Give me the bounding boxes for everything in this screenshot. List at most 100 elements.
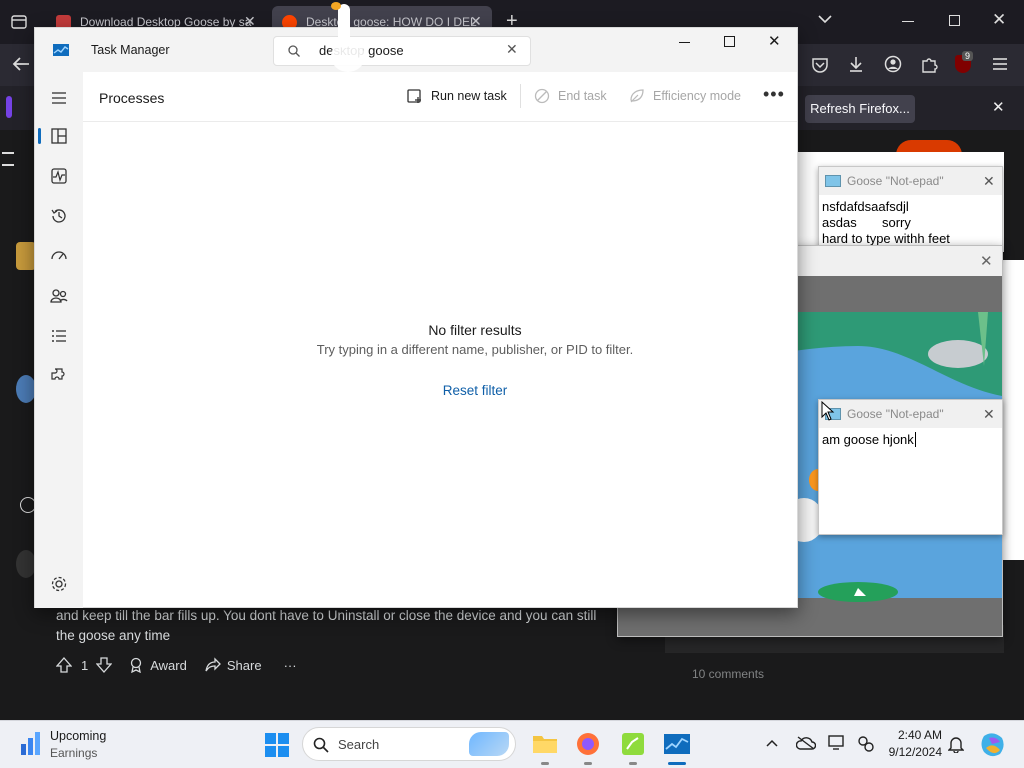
- search-icon: [313, 737, 329, 753]
- firefox-icon[interactable]: [576, 732, 600, 756]
- show-hidden-icons-chevron-icon[interactable]: [766, 739, 778, 747]
- widgets-chart-icon[interactable]: [20, 732, 42, 756]
- sidebar-item-performance[interactable]: [49, 166, 69, 186]
- notepad-close-icon[interactable]: ✕: [983, 167, 995, 195]
- share-icon[interactable]: [205, 657, 221, 673]
- account-icon[interactable]: [884, 55, 902, 73]
- avatar: [16, 242, 36, 270]
- efficiency-mode-label: Efficiency mode: [653, 89, 742, 103]
- comment-actions: 1 Award Share ···: [56, 654, 297, 676]
- clock-date[interactable]: 9/12/2024: [880, 745, 942, 759]
- avatar: [16, 375, 36, 403]
- taskbar-active-indicator: [668, 762, 686, 765]
- notification-bell-icon[interactable]: [948, 735, 964, 753]
- sidebar-item-details[interactable]: [49, 326, 69, 346]
- sidebar-item-startup-apps[interactable]: [49, 246, 69, 266]
- notepad-app-icon: [825, 175, 841, 187]
- task-manager-title: Task Manager: [91, 43, 170, 57]
- close-browser-button[interactable]: ✕: [992, 10, 1006, 30]
- sticky-notes-app-icon[interactable]: [622, 733, 644, 755]
- app-menu-icon[interactable]: [992, 57, 1008, 71]
- reddit-menu-icon[interactable]: [2, 152, 14, 166]
- notepad-text-area[interactable]: nsfdafdsaafsdjl asdas sorry hard to type…: [822, 199, 950, 247]
- notepad-close-icon[interactable]: ✕: [983, 400, 995, 428]
- empty-title: No filter results: [428, 322, 522, 338]
- page-title: Processes: [99, 90, 165, 106]
- more-options-button[interactable]: ···: [284, 658, 297, 673]
- notepad-line: nsfdafdsaafsdjl: [822, 199, 909, 214]
- restore-browser-button[interactable]: [949, 15, 960, 26]
- start-button-windows-icon[interactable]: [265, 733, 289, 757]
- empty-state: No filter results Try typing in a differ…: [83, 322, 797, 398]
- search-icon: [288, 45, 300, 57]
- upvote-arrow-icon[interactable]: [56, 657, 72, 673]
- comment-line: and keep till the bar fills up. You dont…: [56, 608, 597, 623]
- end-task-icon: [534, 88, 550, 104]
- end-task-button[interactable]: End task: [534, 88, 607, 104]
- taskbar-indicator: [541, 762, 549, 765]
- sidebar-item-app-history[interactable]: [49, 206, 69, 226]
- comment-text: and keep till the bar fills up. You dont…: [56, 606, 626, 646]
- minimize-button[interactable]: [679, 42, 690, 43]
- notepad-title: Goose "Not-epad": [847, 407, 944, 421]
- display-settings-icon[interactable]: [828, 735, 846, 751]
- search-box[interactable]: desktop goose ✕: [273, 36, 531, 66]
- settings-gear-icon[interactable]: [49, 574, 69, 594]
- processes-header: Processes Run new task End task Efficien…: [83, 72, 797, 122]
- tab-list-icon[interactable]: [10, 13, 28, 31]
- copilot-icon[interactable]: [980, 732, 1006, 758]
- clear-search-icon[interactable]: ✕: [506, 41, 518, 58]
- close-button[interactable]: ✕: [768, 32, 781, 50]
- search-highlight-dolphin-icon: [469, 732, 509, 756]
- task-manager-sidebar: [35, 72, 83, 608]
- clock-time[interactable]: 2:40 AM: [896, 728, 942, 742]
- vote-count: 1: [81, 657, 89, 673]
- minimize-browser-button[interactable]: [902, 21, 914, 22]
- goose-notepad-window: Goose "Not-epad" ✕ nsfdafdsaafsdjl asdas…: [818, 166, 1003, 256]
- info-icon: [6, 96, 12, 118]
- sidebar-item-users[interactable]: [49, 286, 69, 306]
- sidebar-item-services[interactable]: [49, 366, 69, 386]
- comments-count[interactable]: 10 comments: [692, 667, 764, 681]
- onedrive-cloud-icon[interactable]: [796, 736, 816, 750]
- desktop-goose-icon[interactable]: [326, 0, 370, 74]
- hamburger-menu-icon[interactable]: [49, 88, 69, 108]
- efficiency-mode-button[interactable]: Efficiency mode: [629, 88, 741, 104]
- taskbar-search-box[interactable]: Search: [302, 727, 516, 761]
- notepad-title-bar: Goose "Not-epad" ✕: [819, 167, 1002, 195]
- task-manager-window: Task Manager desktop goose ✕ ✕ Processes…: [34, 27, 798, 608]
- end-task-label: End task: [558, 89, 607, 103]
- maximize-button[interactable]: [724, 36, 735, 47]
- widget-subtitle: Earnings: [50, 746, 98, 760]
- text-cursor: [914, 432, 916, 447]
- file-explorer-folder-icon[interactable]: [532, 732, 558, 754]
- run-new-task-label: Run new task: [431, 89, 507, 103]
- share-button[interactable]: Share: [227, 658, 262, 673]
- notepad-title: Goose "Not-epad": [847, 174, 944, 188]
- run-task-icon: [407, 88, 423, 104]
- task-manager-taskbar-icon[interactable]: [664, 734, 690, 754]
- refresh-firefox-button[interactable]: Refresh Firefox...: [805, 95, 915, 123]
- reset-filter-link[interactable]: Reset filter: [83, 383, 797, 398]
- pocket-icon[interactable]: [811, 56, 829, 74]
- notepad-text-area[interactable]: am goose hjonk: [822, 432, 916, 448]
- award-icon[interactable]: [128, 657, 144, 673]
- back-arrow-icon[interactable]: [12, 56, 30, 72]
- downvote-arrow-icon[interactable]: [96, 657, 113, 673]
- downloads-icon[interactable]: [847, 55, 865, 73]
- right-panel-card: [1003, 260, 1024, 560]
- network-status-icon[interactable]: [857, 735, 875, 753]
- extension-badge: 9: [962, 51, 974, 61]
- run-new-task-button[interactable]: Run new task: [407, 88, 507, 104]
- more-options-icon[interactable]: •••: [763, 84, 785, 105]
- taskbar-indicator: [584, 762, 592, 765]
- meme-window-close-icon[interactable]: ✕: [980, 252, 993, 270]
- widget-title[interactable]: Upcoming: [50, 729, 106, 743]
- tab-overflow-chevron-icon[interactable]: [818, 14, 832, 24]
- notification-close-icon[interactable]: ✕: [992, 98, 1005, 116]
- sidebar-item-processes[interactable]: [49, 126, 69, 146]
- award-button[interactable]: Award: [150, 658, 187, 673]
- search-placeholder: Search: [338, 737, 380, 752]
- extensions-puzzle-icon[interactable]: [920, 55, 938, 73]
- selected-indicator: [38, 128, 41, 144]
